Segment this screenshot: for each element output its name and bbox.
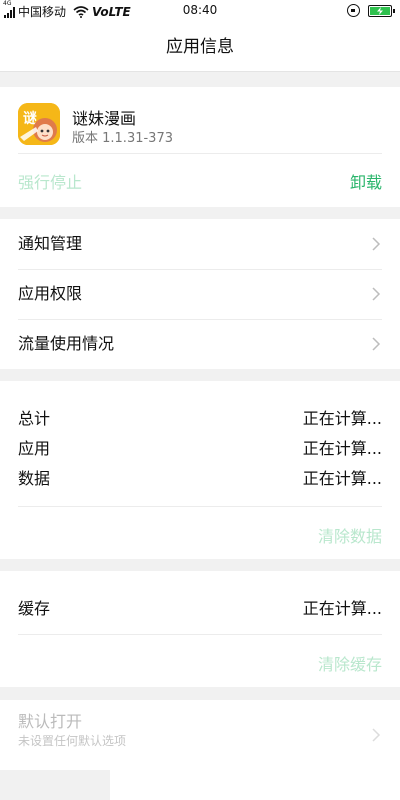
bottom-strip-left <box>0 770 110 800</box>
cache-label: 缓存 <box>18 599 51 618</box>
rotation-lock-icon <box>347 4 360 17</box>
chevron-right-icon <box>372 728 381 742</box>
clear-cache-button[interactable]: 清除缓存 <box>318 651 382 675</box>
menu-item-permissions[interactable]: 应用权限 <box>0 269 400 319</box>
status-time: 08:40 <box>182 3 218 17</box>
chevron-right-icon <box>372 237 381 251</box>
storage-total-label: 总计 <box>18 409 51 428</box>
default-open-item[interactable]: 默认打开 未设置任何默认选项 <box>0 700 400 770</box>
menu-item-notification[interactable]: 通知管理 <box>0 219 400 269</box>
app-name: 谜妹漫画 <box>72 109 137 128</box>
clear-data-button[interactable]: 清除数据 <box>318 523 382 547</box>
storage-card: 总计 正在计算... 应用 正在计算... 数据 正在计算... 清除数据 <box>0 381 400 559</box>
storage-total-value: 正在计算... <box>302 409 382 428</box>
battery-charging-icon <box>368 4 395 17</box>
cache-value: 正在计算... <box>302 599 382 618</box>
divider <box>18 153 382 154</box>
app-version: 版本 1.1.31-373 <box>72 131 173 146</box>
storage-app-value: 正在计算... <box>302 439 382 458</box>
storage-data-label: 数据 <box>18 469 51 488</box>
bottom-strip-right <box>110 770 400 800</box>
menu-item-label: 通知管理 <box>18 234 83 253</box>
menu-item-label: 流量使用情况 <box>18 334 115 353</box>
storage-app-label: 应用 <box>18 439 51 458</box>
app-icon: 谜 <box>18 103 60 145</box>
uninstall-button[interactable]: 卸载 <box>350 169 382 193</box>
divider <box>18 506 382 507</box>
app-info-card: 谜 谜妹漫画 版本 1.1.31-373 强行停止 卸载 <box>0 87 400 207</box>
chevron-right-icon <box>372 287 381 301</box>
status-bar: 4G 中国移动 VoLTE 08:40 <box>0 0 400 22</box>
menu-item-label: 应用权限 <box>18 284 83 303</box>
force-stop-button[interactable]: 强行停止 <box>18 169 82 193</box>
menu-item-data-usage[interactable]: 流量使用情况 <box>0 319 400 369</box>
divider <box>18 634 382 635</box>
chevron-right-icon <box>372 337 381 351</box>
storage-data-value: 正在计算... <box>302 469 382 488</box>
default-open-subtitle: 未设置任何默认选项 <box>18 734 127 748</box>
default-open-title: 默认打开 <box>18 712 83 731</box>
app-settings-menu: 通知管理 应用权限 流量使用情况 <box>0 219 400 369</box>
page-title: 应用信息 <box>0 22 400 72</box>
cache-card: 缓存 正在计算... 清除缓存 <box>0 571 400 687</box>
